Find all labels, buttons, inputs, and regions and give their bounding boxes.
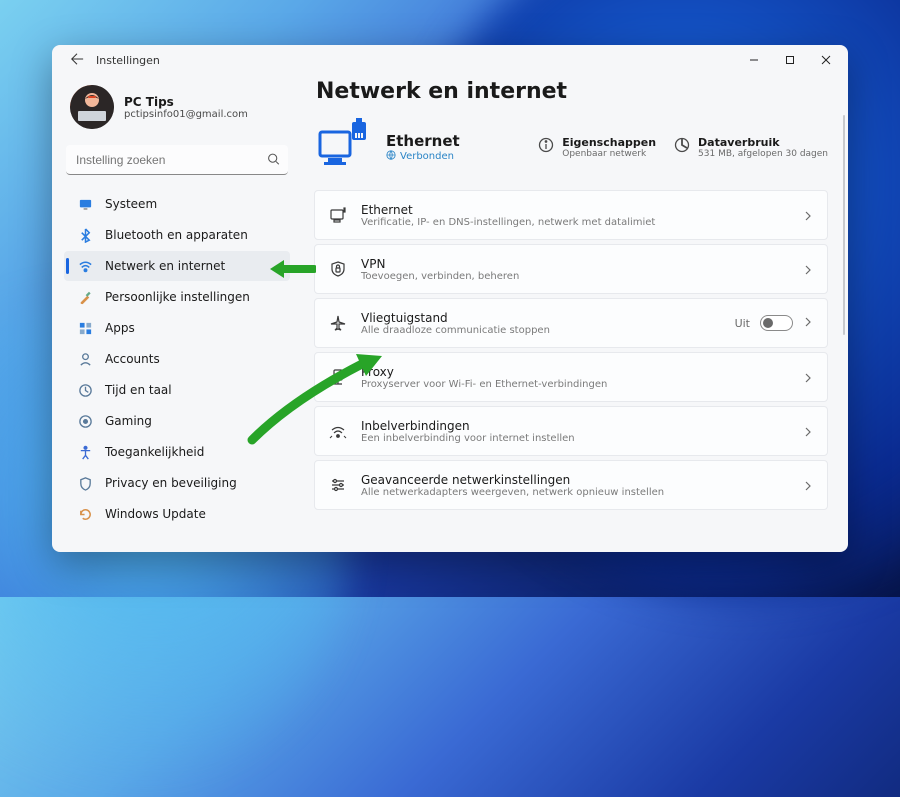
nav-list: Systeem Bluetooth en apparaten Netwerk e… bbox=[64, 189, 290, 529]
accounts-icon bbox=[78, 352, 93, 367]
hero-title: Ethernet bbox=[386, 132, 460, 150]
airplane-toggle[interactable] bbox=[760, 315, 793, 331]
card-title: Proxy bbox=[361, 365, 789, 379]
card-title: VPN bbox=[361, 257, 789, 271]
data-usage-icon bbox=[674, 137, 690, 153]
sidebar-item-personalization[interactable]: Persoonlijke instellingen bbox=[64, 282, 290, 312]
wifi-icon bbox=[78, 259, 93, 274]
shield-icon bbox=[78, 476, 93, 491]
gaming-icon bbox=[78, 414, 93, 429]
globe-icon bbox=[386, 150, 396, 163]
sidebar: PC Tips pctipsinfo01@gmail.com Systeem B… bbox=[52, 75, 302, 552]
accessibility-icon bbox=[78, 445, 93, 460]
proxy-icon bbox=[329, 368, 347, 386]
toggle-label: Uit bbox=[735, 317, 750, 330]
chevron-right-icon bbox=[803, 368, 813, 387]
apps-icon bbox=[78, 321, 93, 336]
search-input[interactable] bbox=[66, 145, 288, 175]
sidebar-item-gaming[interactable]: Gaming bbox=[64, 406, 290, 436]
minimize-button[interactable] bbox=[736, 45, 772, 75]
card-sub: Alle draadloze communicatie stoppen bbox=[361, 325, 721, 336]
airplane-icon bbox=[329, 314, 347, 332]
chevron-right-icon bbox=[803, 260, 813, 279]
sidebar-item-accessibility[interactable]: Toegankelijkheid bbox=[64, 437, 290, 467]
profile[interactable]: PC Tips pctipsinfo01@gmail.com bbox=[64, 81, 290, 139]
display-icon bbox=[78, 197, 93, 212]
close-button[interactable] bbox=[808, 45, 844, 75]
sidebar-item-system[interactable]: Systeem bbox=[64, 189, 290, 219]
sidebar-item-time-language[interactable]: Tijd en taal bbox=[64, 375, 290, 405]
card-ethernet[interactable]: Ethernet Verificatie, IP- en DNS-instell… bbox=[314, 190, 828, 240]
sidebar-item-bluetooth[interactable]: Bluetooth en apparaten bbox=[64, 220, 290, 250]
bluetooth-icon bbox=[78, 228, 93, 243]
card-proxy[interactable]: Proxy Proxyserver voor Wi-Fi- en Etherne… bbox=[314, 352, 828, 402]
search-icon bbox=[267, 151, 280, 170]
avatar bbox=[70, 85, 114, 129]
titlebar: Instellingen bbox=[52, 45, 848, 75]
update-icon bbox=[78, 507, 93, 522]
chip-data-usage[interactable]: Dataverbruik 531 MB, afgelopen 30 dagen bbox=[674, 136, 828, 159]
info-icon bbox=[538, 137, 554, 153]
maximize-button[interactable] bbox=[772, 45, 808, 75]
chevron-right-icon bbox=[803, 476, 813, 495]
ethernet-icon bbox=[329, 206, 347, 224]
chevron-right-icon bbox=[803, 422, 813, 441]
app-title: Instellingen bbox=[96, 54, 160, 67]
card-vpn[interactable]: VPN Toevoegen, verbinden, beheren bbox=[314, 244, 828, 294]
card-airplane-mode[interactable]: Vliegtuigstand Alle draadloze communicat… bbox=[314, 298, 828, 348]
card-title: Ethernet bbox=[361, 203, 789, 217]
sidebar-item-label: Windows Update bbox=[105, 507, 206, 521]
profile-name: PC Tips bbox=[124, 95, 248, 109]
search-box[interactable] bbox=[66, 145, 288, 175]
card-title: Vliegtuigstand bbox=[361, 311, 721, 325]
back-button[interactable] bbox=[70, 52, 84, 69]
sidebar-item-apps[interactable]: Apps bbox=[64, 313, 290, 343]
sidebar-item-label: Tijd en taal bbox=[105, 383, 172, 397]
sidebar-item-label: Netwerk en internet bbox=[105, 259, 225, 273]
card-title: Geavanceerde netwerkinstellingen bbox=[361, 473, 789, 487]
sidebar-item-label: Bluetooth en apparaten bbox=[105, 228, 248, 242]
card-advanced-network[interactable]: Geavanceerde netwerkinstellingen Alle ne… bbox=[314, 460, 828, 510]
settings-window: Instellingen bbox=[52, 45, 848, 552]
advanced-settings-icon bbox=[329, 476, 347, 494]
dialup-icon bbox=[329, 422, 347, 440]
chevron-right-icon bbox=[803, 317, 813, 330]
sidebar-item-windows-update[interactable]: Windows Update bbox=[64, 499, 290, 529]
ethernet-hero-icon bbox=[314, 118, 372, 176]
sidebar-item-label: Apps bbox=[105, 321, 135, 335]
vpn-shield-icon bbox=[329, 260, 347, 278]
sidebar-item-label: Persoonlijke instellingen bbox=[105, 290, 250, 304]
sidebar-item-label: Toegankelijkheid bbox=[105, 445, 204, 459]
sidebar-item-label: Gaming bbox=[105, 414, 152, 428]
card-sub: Een inbelverbinding voor internet instel… bbox=[361, 433, 789, 444]
card-dialup[interactable]: Inbelverbindingen Een inbelverbinding vo… bbox=[314, 406, 828, 456]
settings-list: Ethernet Verificatie, IP- en DNS-instell… bbox=[314, 190, 828, 510]
chip-properties[interactable]: Eigenschappen Openbaar netwerk bbox=[538, 136, 656, 159]
page-title: Netwerk en internet bbox=[316, 79, 828, 104]
sidebar-item-privacy[interactable]: Privacy en beveiliging bbox=[64, 468, 290, 498]
chip-title: Eigenschappen bbox=[562, 136, 656, 149]
card-sub: Toevoegen, verbinden, beheren bbox=[361, 271, 789, 282]
scrollbar[interactable] bbox=[843, 115, 845, 335]
window-controls bbox=[736, 45, 844, 75]
hero-status: Verbonden bbox=[400, 151, 454, 162]
card-sub: Proxyserver voor Wi-Fi- en Ethernet-verb… bbox=[361, 379, 789, 390]
profile-email: pctipsinfo01@gmail.com bbox=[124, 109, 248, 120]
sidebar-item-label: Privacy en beveiliging bbox=[105, 476, 237, 490]
chip-title: Dataverbruik bbox=[698, 136, 828, 149]
sidebar-item-label: Accounts bbox=[105, 352, 160, 366]
card-sub: Alle netwerkadapters weergeven, netwerk … bbox=[361, 487, 789, 498]
sidebar-item-label: Systeem bbox=[105, 197, 157, 211]
chevron-right-icon bbox=[803, 206, 813, 225]
chip-sub: Openbaar netwerk bbox=[562, 149, 656, 159]
network-hero: Ethernet Verbonden Eigenschappen Openbaa… bbox=[314, 118, 828, 176]
card-sub: Verificatie, IP- en DNS-instellingen, ne… bbox=[361, 217, 789, 228]
main-panel: Netwerk en internet Ethernet Ve bbox=[302, 75, 848, 552]
brush-icon bbox=[78, 290, 93, 305]
sidebar-item-accounts[interactable]: Accounts bbox=[64, 344, 290, 374]
sidebar-item-network[interactable]: Netwerk en internet bbox=[64, 251, 290, 281]
card-title: Inbelverbindingen bbox=[361, 419, 789, 433]
clock-icon bbox=[78, 383, 93, 398]
chip-sub: 531 MB, afgelopen 30 dagen bbox=[698, 149, 828, 159]
